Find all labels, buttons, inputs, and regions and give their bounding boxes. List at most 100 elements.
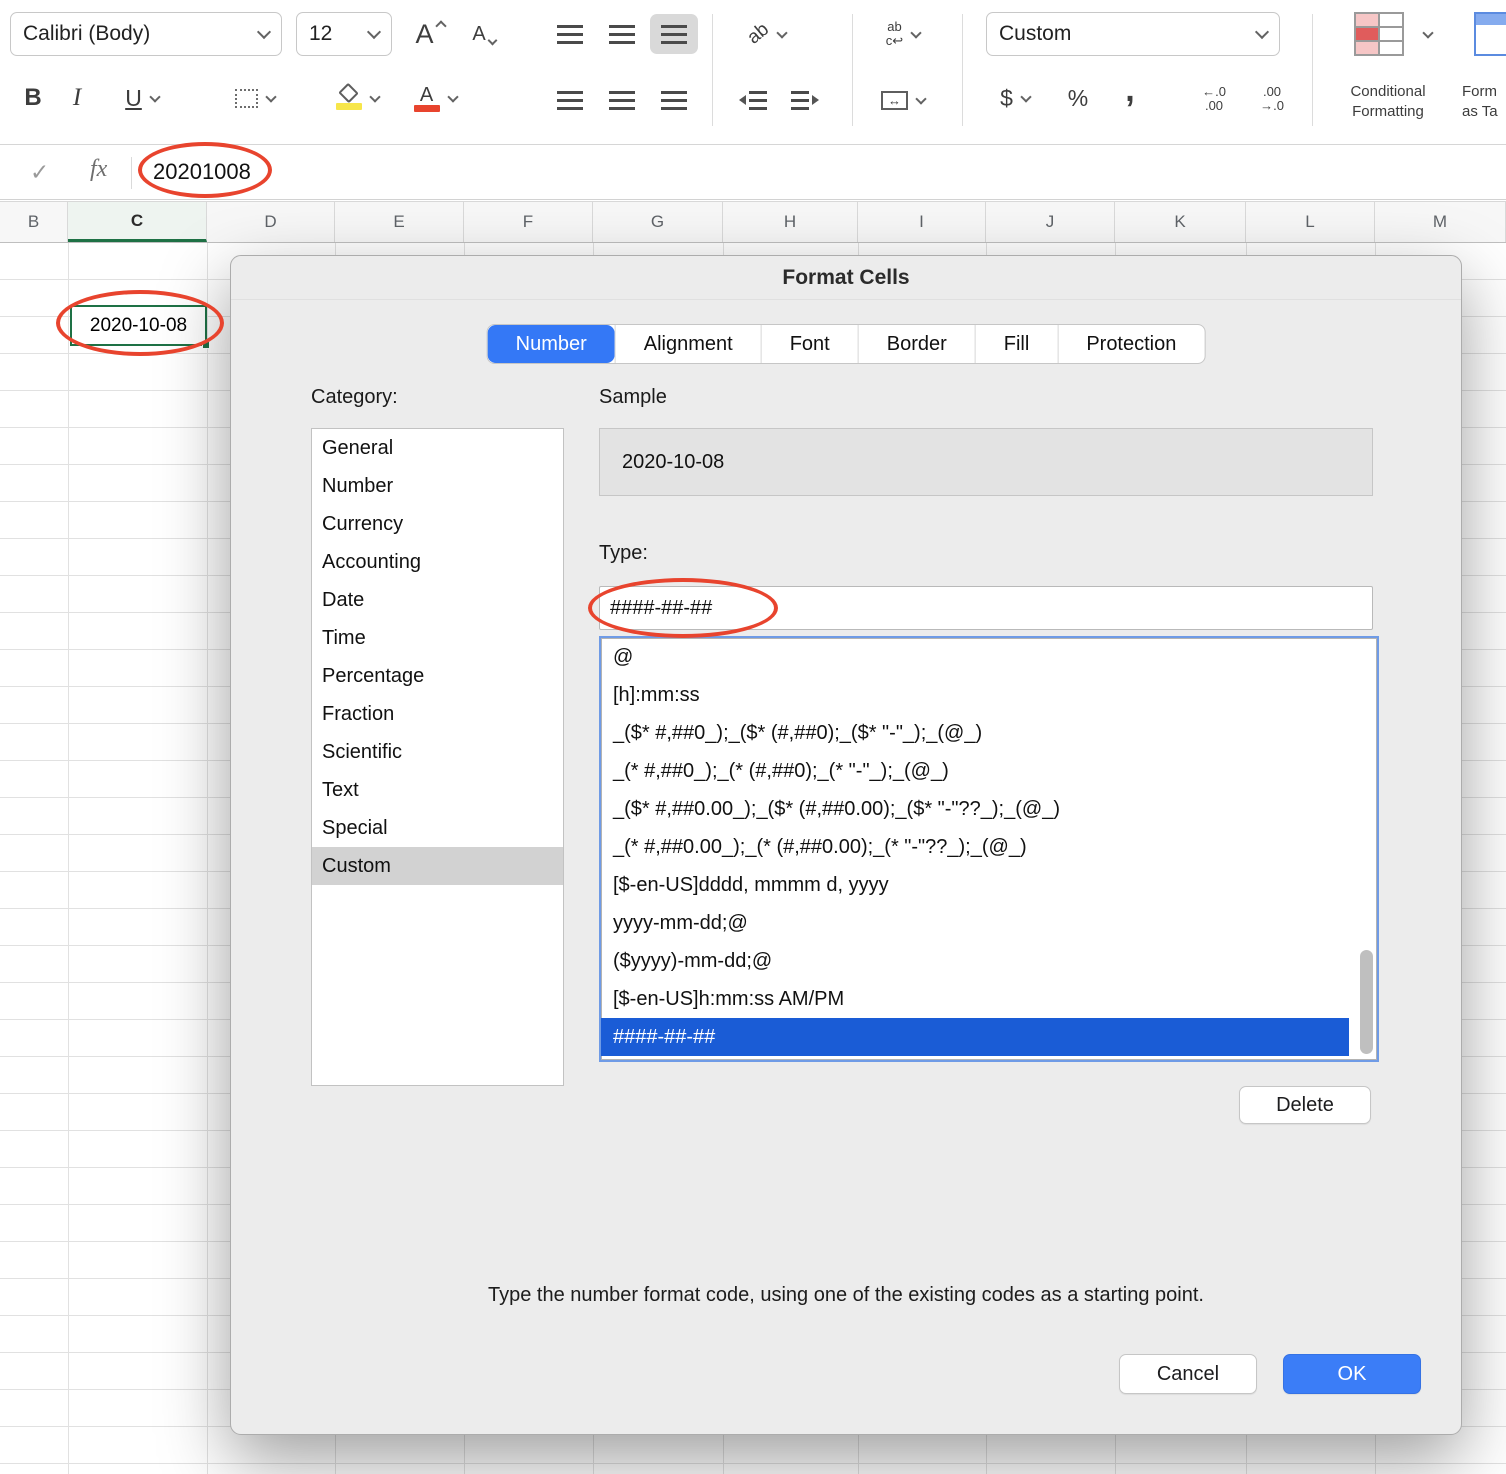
- percent-style-button[interactable]: %: [1056, 78, 1100, 118]
- formula-bar: ✓ fx 20201008: [0, 146, 1506, 200]
- column-header-d[interactable]: D: [207, 202, 335, 242]
- format-code-item[interactable]: _($* #,##0_);_($* (#,##0);_($* "-"_);_(@…: [601, 714, 1377, 752]
- increase-decimal-button[interactable]: ←.0 .00: [1188, 78, 1240, 120]
- format-code-item[interactable]: [$-en-US]dddd, mmmm d, yyyy: [601, 866, 1377, 904]
- currency-format-button[interactable]: $: [984, 78, 1046, 118]
- chevron-down-icon: [149, 90, 161, 103]
- comma-style-button[interactable]: ,: [1110, 70, 1150, 110]
- align-bottom-button[interactable]: [650, 14, 698, 54]
- gridline: [207, 243, 208, 1474]
- column-header-e[interactable]: E: [335, 202, 464, 242]
- merge-center-button[interactable]: ↔: [864, 80, 942, 120]
- decrease-indent-button[interactable]: [730, 80, 776, 120]
- column-header-f[interactable]: F: [464, 202, 593, 242]
- align-right-button[interactable]: [650, 80, 698, 120]
- category-list: General Number Currency Accounting Date …: [311, 428, 564, 1086]
- format-code-item[interactable]: yyyy-mm-dd;@: [601, 904, 1377, 942]
- bold-button[interactable]: B: [14, 78, 52, 118]
- separator: [712, 14, 713, 126]
- tab-fill[interactable]: Fill: [974, 325, 1058, 363]
- underline-button[interactable]: U: [102, 78, 182, 118]
- column-header-j[interactable]: J: [986, 202, 1115, 242]
- cancel-button[interactable]: Cancel: [1119, 1354, 1257, 1394]
- tab-number[interactable]: Number: [487, 325, 615, 363]
- column-header-k[interactable]: K: [1115, 202, 1246, 242]
- format-code-item[interactable]: [h]:mm:ss: [601, 676, 1377, 714]
- category-date[interactable]: Date: [312, 581, 563, 619]
- format-code-item[interactable]: [$-en-US]h:mm:ss AM/PM: [601, 980, 1377, 1018]
- format-cells-dialog: Format Cells Number Alignment Font Borde…: [230, 255, 1462, 1435]
- tab-font[interactable]: Font: [760, 325, 858, 363]
- selected-cell-value: 2020-10-08: [89, 314, 188, 336]
- align-middle-button[interactable]: [598, 14, 646, 54]
- category-general[interactable]: General: [312, 429, 563, 467]
- category-fraction[interactable]: Fraction: [312, 695, 563, 733]
- orientation-button[interactable]: ab: [728, 14, 806, 54]
- column-header-i[interactable]: I: [858, 202, 986, 242]
- align-center-button[interactable]: [598, 80, 646, 120]
- category-time[interactable]: Time: [312, 619, 563, 657]
- tab-protection[interactable]: Protection: [1057, 325, 1204, 363]
- chevron-down-icon: [1020, 90, 1032, 103]
- format-code-item[interactable]: _(* #,##0.00_);_(* (#,##0.00);_(* "-"??_…: [601, 828, 1377, 866]
- tab-alignment[interactable]: Alignment: [614, 325, 761, 363]
- chevron-down-icon: [265, 90, 277, 103]
- format-code-item[interactable]: _($* #,##0.00_);_($* (#,##0.00);_($* "-"…: [601, 790, 1377, 828]
- category-custom[interactable]: Custom: [312, 847, 563, 885]
- category-text[interactable]: Text: [312, 771, 563, 809]
- format-as-table-button[interactable]: [1468, 10, 1506, 58]
- category-currency[interactable]: Currency: [312, 505, 563, 543]
- column-header-l[interactable]: L: [1246, 202, 1375, 242]
- fill-color-button[interactable]: [322, 76, 392, 120]
- column-header-m[interactable]: M: [1375, 202, 1506, 242]
- format-as-table-label: Form as Ta: [1462, 83, 1498, 120]
- align-left-button[interactable]: [546, 80, 594, 120]
- font-name-select[interactable]: Calibri (Body): [10, 12, 282, 56]
- tab-border[interactable]: Border: [857, 325, 975, 363]
- category-number[interactable]: Number: [312, 467, 563, 505]
- format-code-item[interactable]: @: [601, 638, 1377, 676]
- format-code-item[interactable]: _(* #,##0_);_(* (#,##0);_(* "-"_);_(@_): [601, 752, 1377, 790]
- font-color-button[interactable]: A: [400, 76, 470, 120]
- number-format-select[interactable]: Custom: [986, 12, 1280, 56]
- category-special[interactable]: Special: [312, 809, 563, 847]
- italic-button[interactable]: I: [60, 78, 94, 118]
- category-percentage[interactable]: Percentage: [312, 657, 563, 695]
- ok-button[interactable]: OK: [1283, 1354, 1421, 1394]
- font-size-select[interactable]: 12: [296, 12, 392, 56]
- type-input[interactable]: [599, 586, 1373, 630]
- conditional-formatting-dropdown[interactable]: [1418, 24, 1438, 44]
- decrease-indent-icon: [739, 95, 746, 105]
- wrap-text-button[interactable]: ab c↩: [864, 12, 942, 56]
- confirm-entry-icon[interactable]: ✓: [30, 159, 49, 186]
- sample-box: 2020-10-08: [599, 428, 1373, 496]
- insert-function-icon[interactable]: fx: [90, 156, 107, 183]
- chevron-down-icon: [910, 26, 922, 39]
- fill-handle[interactable]: [202, 341, 210, 349]
- format-code-item[interactable]: ($yyyy)-mm-dd;@: [601, 942, 1377, 980]
- formula-input[interactable]: 20201008: [153, 159, 251, 185]
- borders-button[interactable]: [216, 78, 294, 118]
- align-top-button[interactable]: [546, 14, 594, 54]
- scrollbar-thumb[interactable]: [1360, 950, 1373, 1054]
- wrap-text-icon: ab: [887, 19, 902, 34]
- selected-cell[interactable]: 2020-10-08: [70, 305, 210, 349]
- increase-indent-button[interactable]: [782, 80, 828, 120]
- separator: [852, 14, 853, 126]
- increase-indent-icon: [812, 95, 819, 105]
- column-header-h[interactable]: H: [723, 202, 858, 242]
- increase-font-size-button[interactable]: A: [404, 14, 456, 54]
- conditional-formatting-button[interactable]: [1346, 10, 1412, 58]
- column-header-g[interactable]: G: [593, 202, 723, 242]
- column-header-b[interactable]: B: [0, 202, 68, 242]
- decrease-font-size-button[interactable]: A: [458, 14, 510, 54]
- align-bottom-icon: [661, 24, 687, 44]
- column-header-c[interactable]: C: [68, 202, 207, 242]
- category-scientific[interactable]: Scientific: [312, 733, 563, 771]
- category-accounting[interactable]: Accounting: [312, 543, 563, 581]
- format-code-item-selected[interactable]: ####-##-##: [601, 1018, 1349, 1056]
- gridline: [68, 243, 69, 1474]
- delete-button[interactable]: Delete: [1239, 1086, 1371, 1124]
- dialog-tabs: Number Alignment Font Border Fill Protec…: [486, 324, 1206, 364]
- decrease-decimal-button[interactable]: .00 →.0: [1246, 78, 1298, 120]
